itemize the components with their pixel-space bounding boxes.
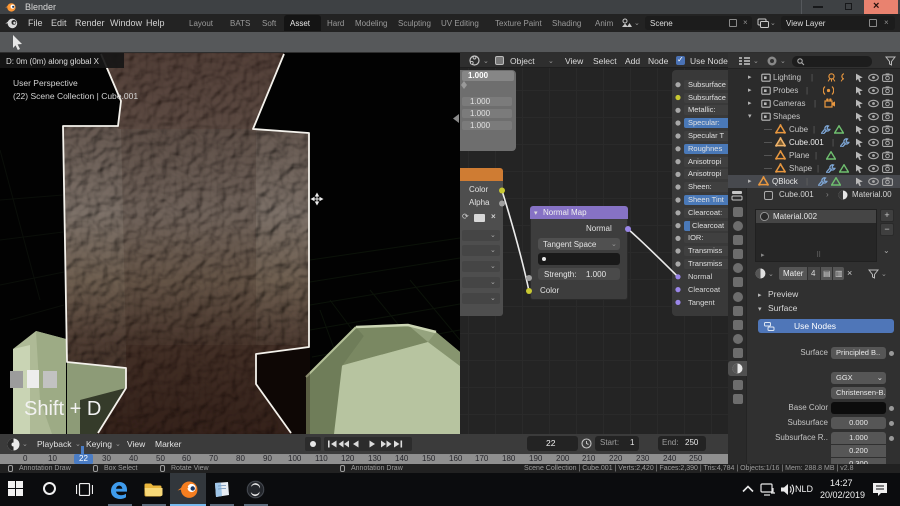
- svg-text:Shift + D: Shift + D: [24, 398, 101, 420]
- svg-text:(22) Scene Collection | Cube.0: (22) Scene Collection | Cube.001: [13, 91, 138, 101]
- svg-text:User Perspective: User Perspective: [13, 78, 78, 88]
- svg-text:D: 0m (0m) along global X: D: 0m (0m) along global X: [6, 57, 100, 66]
